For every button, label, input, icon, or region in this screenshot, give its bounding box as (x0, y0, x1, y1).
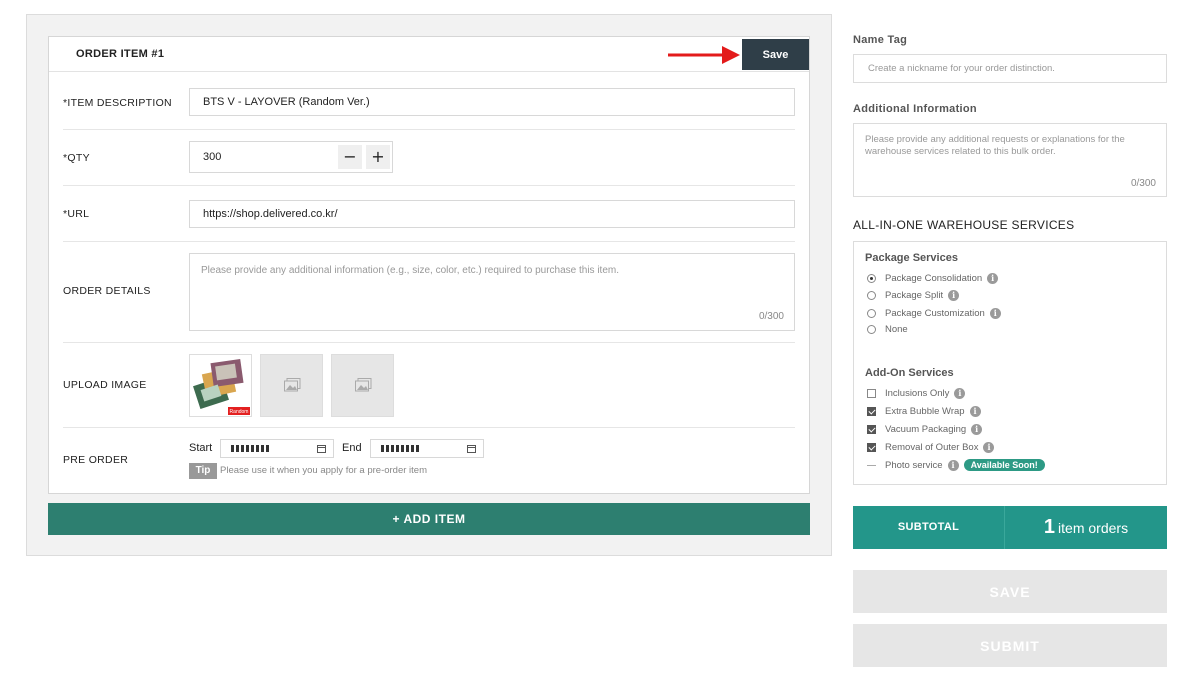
option-label: Package Consolidation (885, 272, 983, 284)
photo-service-option: Photo service i Available Soon! (867, 459, 1045, 471)
save-order-button[interactable]: SAVE (853, 570, 1167, 613)
checkbox[interactable] (867, 406, 876, 416)
checkbox[interactable] (867, 388, 876, 398)
order-item-title: ORDER ITEM #1 (76, 48, 165, 60)
option-label: Package Split (885, 289, 944, 301)
pre-order-label: PRE ORDER (63, 454, 129, 466)
image-placeholder-icon (284, 378, 301, 392)
album-image: Random (193, 359, 250, 415)
inclusions-only-option[interactable]: Inclusions Only i (867, 387, 966, 399)
none-option[interactable]: None (867, 323, 908, 335)
name-tag-label: Name Tag (853, 34, 908, 46)
info-icon[interactable]: i (954, 387, 966, 399)
option-label: Removal of Outer Box (885, 441, 979, 453)
order-item-header: ORDER ITEM #1 Save (49, 37, 809, 72)
pre-order-row: PRE ORDER Start End Tip Please use it wh… (63, 428, 795, 494)
save-item-button[interactable]: Save (742, 39, 809, 70)
red-arrow-icon (668, 46, 740, 64)
option-label: None (885, 323, 908, 335)
date-format-glyphs (381, 445, 419, 452)
info-icon[interactable]: i (987, 272, 999, 284)
info-icon[interactable]: i (971, 423, 983, 435)
url-label: *URL (63, 208, 90, 220)
qty-decrease-button[interactable]: − (338, 145, 362, 169)
services-title: ALL-IN-ONE WAREHOUSE SERVICES (853, 218, 1075, 232)
calendar-icon[interactable] (467, 444, 476, 453)
image-placeholder-icon (355, 378, 372, 392)
subtotal-label: SUBTOTAL (897, 521, 960, 533)
subtotal-bar: SUBTOTAL 1 item orders (853, 506, 1167, 549)
additional-info-label: Additional Information (853, 103, 977, 115)
option-label: Package Customization (885, 307, 985, 319)
qty-label: *QTY (63, 152, 90, 164)
add-item-button[interactable]: + ADD ITEM (48, 503, 810, 535)
item-description-input[interactable]: BTS V - LAYOVER (Random Ver.) (189, 88, 795, 116)
package-customization-option[interactable]: Package Customization i (867, 307, 1001, 319)
additional-info-textarea[interactable]: Please provide any additional requests o… (853, 123, 1167, 197)
subtotal-count: 1 (1043, 516, 1056, 538)
radio-button[interactable] (867, 308, 876, 318)
order-details-label: ORDER DETAILS (63, 285, 151, 297)
package-consolidation-option[interactable]: Package Consolidation i (867, 272, 999, 284)
name-tag-input[interactable]: Create a nickname for your order distinc… (853, 54, 1167, 83)
vacuum-packaging-option[interactable]: Vacuum Packaging i (867, 423, 983, 435)
item-description-label: *ITEM DESCRIPTION (63, 97, 172, 109)
url-input[interactable]: https://shop.delivered.co.kr/ (189, 200, 795, 228)
qty-stepper[interactable]: 300 − + (189, 141, 393, 173)
order-item-card: ORDER ITEM #1 Save *ITEM DESCRIPTION BTS… (48, 36, 810, 494)
order-form-panel: ORDER ITEM #1 Save *ITEM DESCRIPTION BTS… (26, 14, 832, 556)
extra-bubble-wrap-option[interactable]: Extra Bubble Wrap i (867, 405, 981, 417)
addon-services-title: Add-On Services (865, 367, 954, 379)
upload-image-slot-2[interactable] (260, 354, 323, 417)
order-details-placeholder: Please provide any additional informatio… (201, 265, 619, 276)
additional-info-placeholder: Please provide any additional requests o… (865, 134, 1125, 157)
qty-row: *QTY 300 − + (63, 130, 795, 186)
additional-info-counter: 0/300 (1130, 178, 1156, 189)
radio-button[interactable] (867, 324, 876, 334)
url-row: *URL https://shop.delivered.co.kr/ (63, 186, 795, 242)
start-date-label: Start (189, 442, 213, 454)
order-details-row: ORDER DETAILS Please provide any additio… (63, 242, 795, 343)
info-icon[interactable]: i (948, 289, 960, 301)
services-box: Package Services Package Consolidation i… (853, 241, 1167, 485)
name-tag-placeholder: Create a nickname for your order distinc… (868, 63, 1055, 74)
end-date-input[interactable] (370, 439, 484, 458)
start-date-input[interactable] (220, 439, 334, 458)
radio-button[interactable] (867, 290, 876, 300)
package-split-option[interactable]: Package Split i (867, 289, 960, 301)
random-badge: Random (230, 409, 249, 415)
info-icon[interactable]: i (983, 441, 995, 453)
order-details-counter: 0/300 (758, 311, 784, 322)
upload-image-label: UPLOAD IMAGE (63, 379, 147, 391)
option-label: Extra Bubble Wrap (885, 405, 965, 417)
upload-image-row: UPLOAD IMAGE Random (63, 343, 795, 428)
disabled-dash (867, 464, 876, 466)
end-date-label: End (342, 442, 362, 454)
option-label: Photo service (885, 459, 943, 471)
date-format-glyphs (231, 445, 269, 452)
radio-button[interactable] (867, 273, 876, 283)
qty-increase-button[interactable]: + (366, 145, 390, 169)
product-image-thumbnail[interactable]: Random (189, 354, 252, 417)
qty-value[interactable]: 300 (203, 151, 221, 163)
upload-image-slot-3[interactable] (331, 354, 394, 417)
item-description-row: *ITEM DESCRIPTION BTS V - LAYOVER (Rando… (63, 73, 795, 130)
removal-outer-box-option[interactable]: Removal of Outer Box i (867, 441, 995, 453)
subtotal-value: 1 item orders (1005, 506, 1167, 549)
option-label: Inclusions Only (885, 387, 950, 399)
info-icon[interactable]: i (947, 459, 959, 471)
info-icon[interactable]: i (989, 307, 1001, 319)
calendar-icon[interactable] (317, 444, 326, 453)
subtotal-unit: item orders (1058, 519, 1129, 536)
checkbox[interactable] (867, 442, 876, 452)
submit-order-button[interactable]: SUBMIT (853, 624, 1167, 667)
info-icon[interactable]: i (969, 405, 981, 417)
checkbox[interactable] (867, 424, 876, 434)
package-services-title: Package Services (865, 252, 958, 264)
order-details-textarea[interactable]: Please provide any additional informatio… (189, 253, 795, 331)
tip-badge: Tip (189, 463, 217, 479)
pre-order-tip-text: Please use it when you apply for a pre-o… (220, 465, 427, 476)
option-label: Vacuum Packaging (885, 423, 967, 435)
available-soon-badge: Available Soon! (963, 459, 1045, 471)
